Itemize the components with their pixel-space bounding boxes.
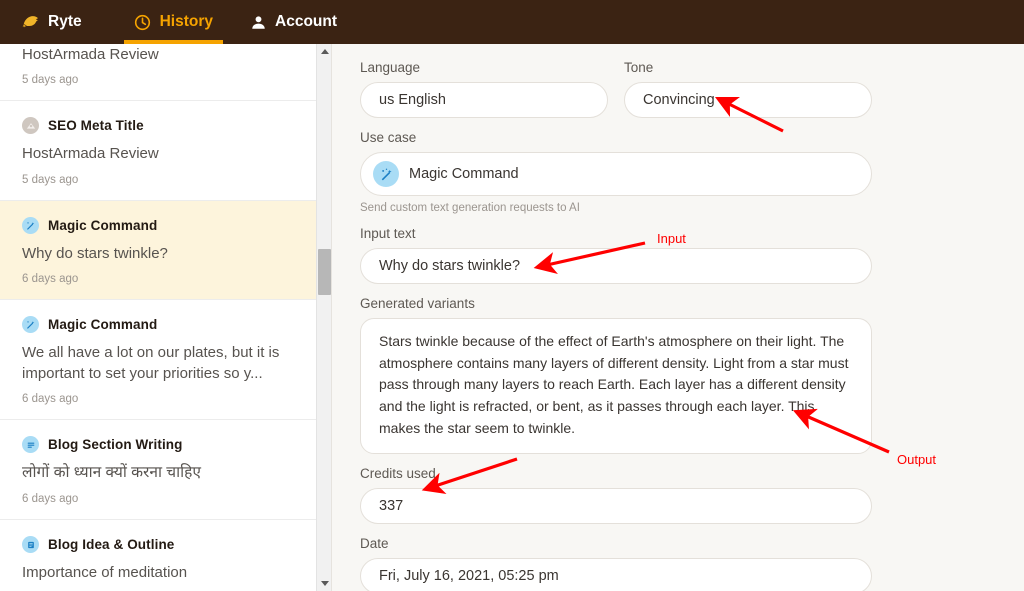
blog-idea-icon [22, 536, 39, 553]
list-item-snippet: Importance of meditation [22, 562, 311, 583]
magic-wand-icon [373, 161, 399, 187]
history-sidebar: SEO Meta Title HostArmada Review 5 days … [0, 44, 331, 591]
input-text-input[interactable]: Why do stars twinkle? [360, 248, 872, 284]
language-field: Language us English [360, 60, 608, 118]
date-label: Date [360, 536, 872, 551]
use-case-value: Magic Command [409, 166, 519, 182]
generated-variants-label: Generated variants [360, 296, 872, 311]
list-item-snippet: HostArmada Review [22, 44, 311, 65]
list-item-title: SEO Meta Title [48, 118, 144, 133]
scroll-up-arrow-icon[interactable] [317, 44, 331, 59]
blog-section-icon [22, 436, 39, 453]
annotation-label-output: Output [897, 452, 936, 467]
content-area: SEO Meta Title HostArmada Review 5 days … [0, 44, 1024, 591]
credits-used-label: Credits used [360, 466, 872, 481]
clock-history-icon [134, 13, 152, 31]
credits-used-input[interactable]: 337 [360, 488, 872, 524]
list-item-title: Blog Section Writing [48, 437, 183, 452]
seo-meta-title-icon [22, 117, 39, 134]
list-item-snippet: लोगों को ध्यान क्यों करना चाहिए [22, 462, 311, 484]
list-item-time: 5 days ago [22, 74, 311, 86]
nav-tab-history[interactable]: History [116, 0, 231, 44]
magic-wand-icon [22, 316, 39, 333]
list-item[interactable]: Blog Section Writing लोगों को ध्यान क्यो… [0, 420, 331, 520]
generated-variants-field: Generated variants Stars twinkle because… [332, 296, 1024, 454]
list-item-header: Magic Command [22, 217, 311, 234]
list-item-time: 6 days ago [22, 493, 311, 505]
list-item-snippet: Why do stars twinkle? [22, 243, 311, 264]
list-item[interactable]: SEO Meta Title HostArmada Review 5 days … [0, 101, 331, 200]
list-item-selected[interactable]: Magic Command Why do stars twinkle? 6 da… [0, 201, 331, 300]
use-case-helper-text: Send custom text generation requests to … [360, 202, 872, 214]
app-root: Ryte History Account [0, 0, 1024, 591]
detail-panel: Language us English Tone Convincing Use … [331, 44, 1024, 591]
date-input[interactable]: Fri, July 16, 2021, 05:25 pm [360, 558, 872, 591]
tone-field: Tone Convincing [624, 60, 872, 118]
list-item-time: 6 days ago [22, 273, 311, 285]
brand-label: Ryte [48, 13, 82, 31]
list-item[interactable]: Blog Idea & Outline Importance of medita… [0, 520, 331, 591]
scroll-down-arrow-icon[interactable] [317, 576, 331, 591]
language-label: Language [360, 60, 608, 75]
list-item-title: Magic Command [48, 317, 157, 332]
list-item-header: Magic Command [22, 316, 311, 333]
list-item-title: Magic Command [48, 218, 157, 233]
use-case-label: Use case [360, 130, 872, 145]
language-tone-row: Language us English Tone Convincing [332, 60, 1024, 130]
list-item-time: 5 days ago [22, 174, 311, 186]
tone-input[interactable]: Convincing [624, 82, 872, 118]
use-case-field: Use case Magic Command Send custom text … [332, 130, 1024, 214]
date-field: Date Fri, July 16, 2021, 05:25 pm [332, 536, 1024, 591]
scrollbar-thumb[interactable] [318, 249, 331, 295]
list-item-time: 6 days ago [22, 393, 311, 405]
input-text-label: Input text [360, 226, 872, 241]
nav-tab-account-label: Account [275, 13, 337, 31]
top-navbar: Ryte History Account [0, 0, 1024, 44]
nav-tab-history-label: History [160, 13, 213, 31]
language-input[interactable]: us English [360, 82, 608, 118]
brand-ryte[interactable]: Ryte [0, 0, 116, 44]
list-item[interactable]: SEO Meta Title HostArmada Review 5 days … [0, 44, 331, 101]
bird-logo-icon [22, 13, 40, 31]
list-item-snippet: We all have a lot on our plates, but it … [22, 342, 311, 385]
person-icon [249, 13, 267, 31]
use-case-input[interactable]: Magic Command [360, 152, 872, 196]
list-item-title: Blog Idea & Outline [48, 537, 174, 552]
list-item-header: SEO Meta Title [22, 117, 311, 134]
magic-wand-icon [22, 217, 39, 234]
tone-label: Tone [624, 60, 872, 75]
annotation-label-input: Input [657, 231, 686, 246]
nav-tab-account[interactable]: Account [231, 0, 355, 44]
credits-used-field: Credits used 337 [332, 466, 1024, 524]
sidebar-scrollbar[interactable] [316, 44, 331, 591]
generated-variants-textarea[interactable]: Stars twinkle because of the effect of E… [360, 318, 872, 454]
list-item[interactable]: Magic Command We all have a lot on our p… [0, 300, 331, 421]
history-list: SEO Meta Title HostArmada Review 5 days … [0, 44, 331, 591]
list-item-header: Blog Idea & Outline [22, 536, 311, 553]
list-item-header: Blog Section Writing [22, 436, 311, 453]
list-item-snippet: HostArmada Review [22, 143, 311, 164]
